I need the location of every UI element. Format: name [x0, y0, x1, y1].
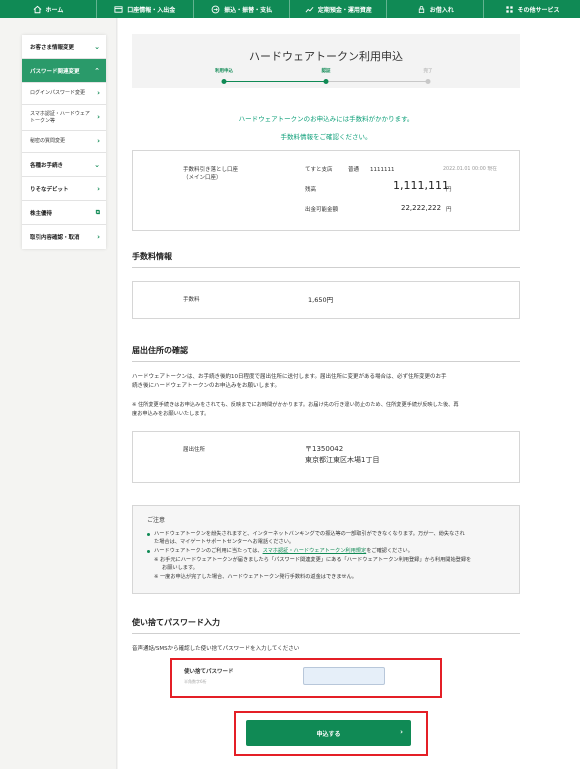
submit-button[interactable]: 申込する › [246, 720, 411, 746]
deposit-icon [305, 5, 314, 14]
nav-account[interactable]: 口座情報・入出金 [97, 0, 194, 18]
sidebar-subitem-secret-question[interactable]: 秘密の質問変更 › [22, 131, 106, 153]
withdrawable-value: 22,222,222 [401, 204, 442, 212]
sidebar-subitem-smartphone-token[interactable]: スマホ認証・ハードウェア トークン等 › [22, 105, 106, 131]
address-heading: 届出住所の確認 [132, 345, 520, 362]
otp-password-input[interactable] [303, 667, 385, 685]
sidebar-item-password[interactable]: パスワード関連変更 ⌃ [22, 59, 106, 83]
nav-home[interactable]: ホーム [0, 0, 97, 18]
otp-instruction: 音声通話/SMSから確認した使い捨てパスワードを入力してください [132, 646, 300, 652]
title-card: ハードウェアトークン利用申込 利用申込 認証 完了 [132, 34, 520, 88]
sidebar-item-customer-info[interactable]: お客さま情報変更 ⌄ [22, 35, 106, 59]
fee-value: 1,650円 [308, 296, 334, 304]
account-branch: てすと支店 [305, 167, 333, 173]
otp-hint: 半角数字6桁 [184, 679, 207, 684]
nav-transfer-label: 振込・振替・支払 [224, 6, 273, 14]
caution-note-1: ※ お手元にハードウェアトークンが届きましたら「パスワード関連変更」にある「ハー… [154, 556, 472, 572]
transfer-icon [211, 5, 220, 14]
fee-label: 手数料 [183, 297, 200, 303]
nav-other[interactable]: その他サービス [484, 0, 580, 18]
step-2-dot [323, 79, 329, 84]
step-line-1 [224, 81, 326, 82]
account-box: 手数料引き落とし口座 （メイン口座） てすと支店 普通 1111111 2022… [132, 150, 520, 231]
withdrawable-unit: 円 [446, 207, 452, 213]
sidebar-item-transactions[interactable]: 取引内容確認・取消 › [22, 225, 106, 249]
caution-box: ご注意 ハードウェアトークンを紛失されますと、インターネットバンキングでの振込等… [132, 505, 520, 594]
sidebar-item-label: りそなデビット [30, 186, 69, 193]
caution-note-2: ※ 一度お申込が完了した場合、ハードウェアトークン発行手数料の返金はできません。 [154, 573, 357, 580]
step-line-2 [326, 81, 428, 82]
otp-heading: 使い捨てパスワード入力 [132, 617, 520, 634]
address-note: ※ 住所変更手続きはお申込みをされても、反映までにお時間がかかります。お届け先の… [132, 402, 459, 417]
otp-label: 使い捨てパスワード [184, 669, 234, 675]
caution-title: ご注意 [147, 517, 166, 524]
nav-other-label: その他サービス [517, 6, 560, 14]
account-icon [114, 5, 123, 14]
step-3-label: 完了 [423, 69, 433, 74]
step-indicator: 利用申込 認証 完了 [132, 68, 520, 88]
balance-unit: 円 [446, 187, 452, 193]
address-paragraph: ハードウェアトークンは、お手続き後約10日程度で届出住所に送付します。届出住所に… [132, 374, 447, 390]
chevron-down-icon: ⌄ [94, 42, 100, 51]
nav-loan-label: お借入れ [429, 6, 454, 14]
nav-account-label: 口座情報・入出金 [127, 6, 176, 14]
nav-transfer[interactable]: 振込・振替・支払 [194, 0, 291, 18]
nav-loan[interactable]: お借入れ [387, 0, 485, 18]
caution-bullet-2: ハードウェアトークンのご利用に当たっては、スマホ認証・ハードウェアトークン利用規… [147, 547, 505, 556]
sidebar-item-procedures[interactable]: 各種お手続き ⌄ [22, 153, 106, 177]
sidebar-item-label: お客さま情報変更 [30, 44, 75, 51]
home-icon [33, 5, 42, 14]
sidebar-item-label: パスワード関連変更 [30, 68, 80, 75]
chevron-right-icon: › [97, 88, 100, 97]
sidebar-menu: お客さま情報変更 ⌄ パスワード関連変更 ⌃ ログインパスワード変更 › スマホ… [22, 35, 106, 249]
sidebar-item-shareholder[interactable]: 株主優待 ⧉ [22, 201, 106, 225]
chevron-right-icon: › [97, 233, 100, 241]
fee-heading: 手数料情報 [132, 251, 520, 268]
terms-link[interactable]: スマホ認証・ハードウェアトークン利用規定 [263, 548, 367, 554]
fee-box: 手数料 1,650円 [132, 281, 520, 319]
submit-label: 申込する [316, 730, 341, 738]
chevron-right-icon: › [97, 136, 100, 145]
chevron-right-icon: › [400, 728, 403, 736]
fee-notice-line2: 手数料情報をご確認ください。 [280, 133, 372, 141]
chevron-down-icon: ⌄ [94, 160, 100, 169]
balance-label: 残高 [305, 187, 317, 193]
chevron-up-icon: ⌃ [94, 66, 100, 75]
page-title: ハードウェアトークン利用申込 [249, 50, 403, 63]
sidebar-item-label: 取引内容確認・取消 [30, 235, 80, 241]
sidebar-subitem-login-password[interactable]: ログインパスワード変更 › [22, 83, 106, 105]
step-1-dot [221, 79, 227, 84]
chevron-right-icon: › [97, 184, 100, 193]
withdrawable-label: 出金可能金額 [305, 207, 339, 213]
account-type: 普通 [348, 167, 360, 173]
sidebar-item-label: 各種お手続き [30, 162, 64, 169]
external-link-icon: ⧉ [95, 208, 100, 216]
address-value: 〒1350042 東京都江東区木場1丁目 [305, 445, 380, 464]
sidebar-item-label: 秘密の質問変更 [30, 138, 66, 145]
top-navigation: ホーム 口座情報・入出金 振込・振替・支払 定期預金・運用資産 お借入れ その他… [0, 0, 580, 18]
chevron-right-icon: › [97, 112, 100, 121]
grid-icon [505, 5, 514, 14]
account-label: 手数料引き落とし口座 （メイン口座） [183, 167, 239, 182]
address-label: 届出住所 [183, 447, 206, 453]
step-1-label: 利用申込 [215, 69, 233, 74]
step-2-label: 認証 [321, 69, 331, 74]
balance-value: 1,111,111 [393, 179, 449, 192]
fee-notice-line1: ハードウェアトークンのお申込みには手数料がかかります。 [238, 115, 414, 123]
content-divider [116, 18, 117, 769]
sidebar-item-label: 株主優待 [30, 210, 53, 217]
sidebar-item-label: ログインパスワード変更 [30, 90, 86, 97]
account-timestamp: 2022.01.01 00:00 現在 [443, 167, 497, 172]
step-3-dot [425, 79, 431, 84]
sidebar-item-debit[interactable]: りそなデビット › [22, 177, 106, 201]
fee-notice: ハードウェアトークンのお申込みには手数料がかかります。 手数料情報をご確認くださ… [132, 110, 520, 146]
sidebar-item-label: スマホ認証・ハードウェア トークン等 [30, 110, 90, 124]
nav-deposit[interactable]: 定期預金・運用資産 [290, 0, 388, 18]
nav-home-label: ホーム [45, 6, 64, 14]
caution-bullet-1: ハードウェアトークンを紛失されますと、インターネットバンキングでの振込等の一部取… [147, 530, 505, 547]
account-number: 1111111 [370, 167, 395, 173]
loan-icon [417, 5, 426, 14]
nav-deposit-label: 定期預金・運用資産 [317, 6, 372, 14]
address-box: 届出住所 〒1350042 東京都江東区木場1丁目 [132, 431, 520, 483]
